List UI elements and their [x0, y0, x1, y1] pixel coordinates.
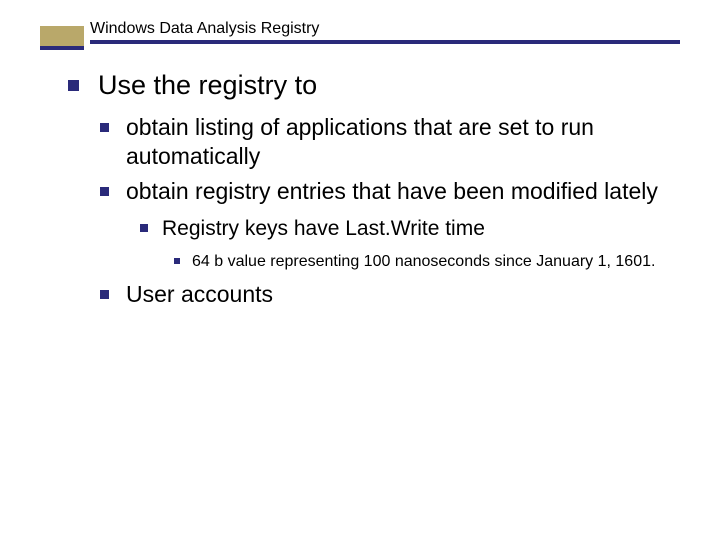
bullet-text: Registry keys have Last.Write time	[162, 217, 485, 240]
title-block: Windows Data Analysis Registry	[90, 20, 680, 44]
bullet-text: 64 b value representing 100 nanoseconds …	[192, 253, 655, 270]
list-item: obtain registry entries that have been m…	[98, 177, 680, 273]
bullet-list-lvl3: Registry keys have Last.Write time 64 b …	[138, 215, 680, 272]
bullet-text: obtain registry entries that have been m…	[126, 178, 658, 204]
list-item: obtain listing of applications that are …	[98, 113, 680, 171]
list-item: 64 b value representing 100 nanoseconds …	[172, 251, 680, 273]
bullet-list-lvl1: Use the registry to obtain listing of ap…	[64, 68, 680, 309]
bullet-list-lvl2: obtain listing of applications that are …	[98, 113, 680, 309]
title-accent-box	[40, 26, 84, 50]
content-area: Use the registry to obtain listing of ap…	[64, 68, 680, 309]
list-item: User accounts	[98, 280, 680, 309]
slide-title: Windows Data Analysis Registry	[90, 20, 680, 44]
bullet-text: obtain listing of applications that are …	[126, 114, 594, 169]
list-item: Registry keys have Last.Write time 64 b …	[138, 215, 680, 272]
slide: Windows Data Analysis Registry Use the r…	[0, 0, 720, 540]
bullet-list-lvl4: 64 b value representing 100 nanoseconds …	[172, 251, 680, 273]
bullet-text: Use the registry to	[98, 70, 317, 100]
list-item: Use the registry to obtain listing of ap…	[64, 68, 680, 309]
bullet-text: User accounts	[126, 281, 273, 307]
